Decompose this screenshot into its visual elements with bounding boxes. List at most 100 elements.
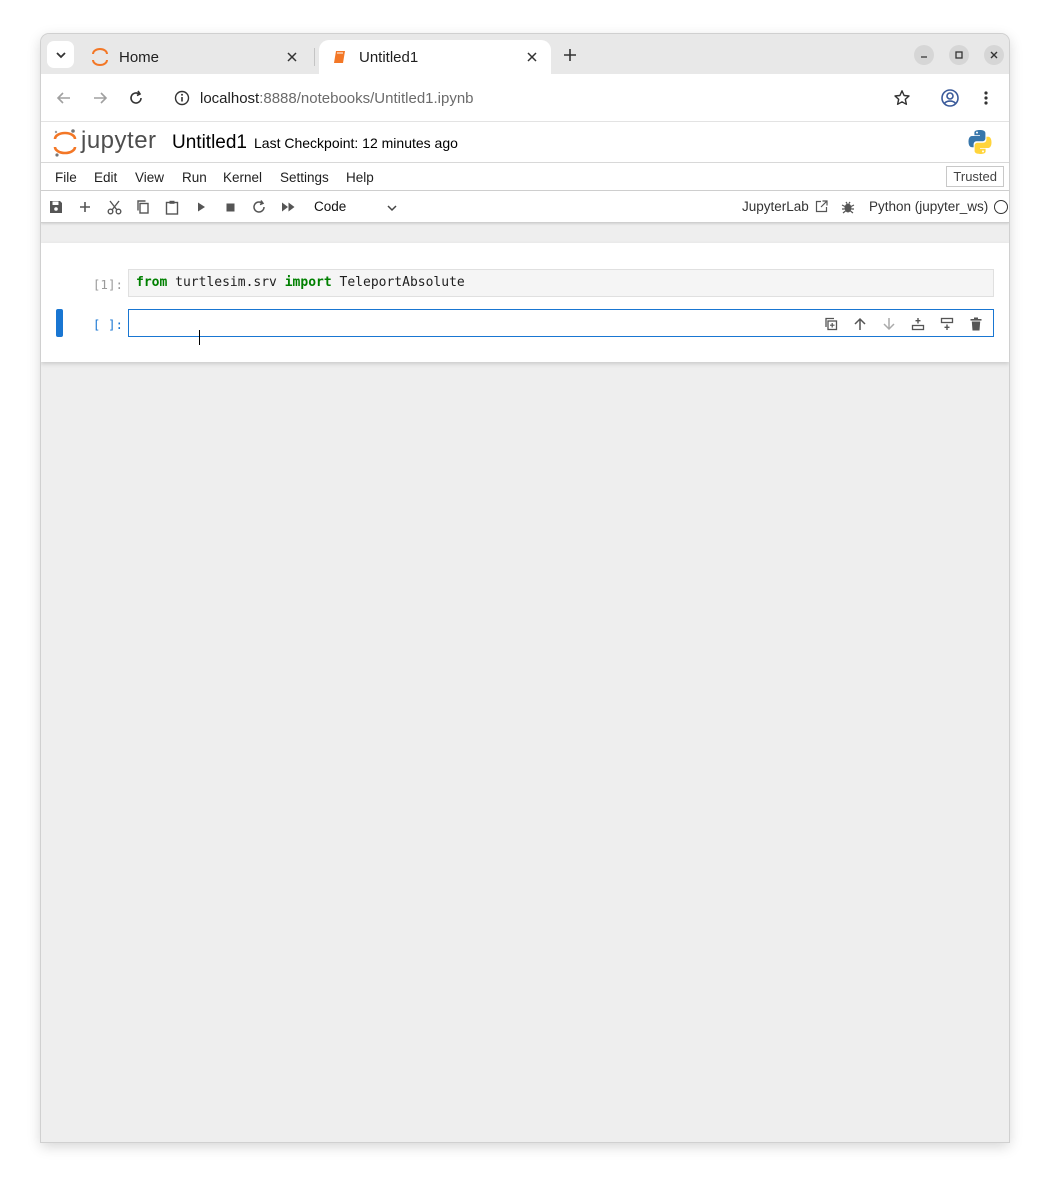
copy-icon — [137, 200, 149, 214]
tab-home[interactable]: Home — [79, 40, 311, 74]
url-path: :8888/notebooks/Untitled1.ipynb — [259, 89, 474, 107]
bug-icon — [841, 201, 855, 214]
scissors-icon — [107, 200, 121, 214]
notebook-icon — [331, 48, 349, 66]
chevron-down-icon[interactable] — [386, 202, 398, 214]
interrupt-button[interactable] — [221, 198, 239, 216]
run-button[interactable] — [192, 198, 210, 216]
jupyter-header: jupyter Untitled1 Last Checkpoint: 12 mi… — [41, 122, 1009, 163]
restart-icon — [253, 200, 265, 213]
save-button[interactable] — [47, 198, 65, 216]
close-window-button[interactable] — [984, 45, 1004, 65]
jupyterlab-link[interactable]: JupyterLab — [742, 199, 828, 214]
duplicate-icon — [825, 317, 838, 331]
kernel-status-indicator — [994, 200, 1008, 214]
maximize-button[interactable] — [949, 45, 969, 65]
move-down-button[interactable] — [880, 315, 898, 333]
arrow-right-icon — [94, 92, 108, 104]
insert-cell-button[interactable] — [76, 198, 94, 216]
bookmark-star-icon[interactable] — [892, 88, 912, 108]
stop-icon — [226, 203, 234, 211]
insert-below-icon — [940, 317, 954, 330]
cell-prompt: [ ]: — [92, 317, 123, 332]
restart-button[interactable] — [250, 198, 268, 216]
menu-edit[interactable]: Edit — [94, 170, 117, 185]
fast-forward-icon — [281, 202, 294, 212]
copy-button[interactable] — [134, 198, 152, 216]
python-logo-icon — [968, 130, 992, 154]
menu-view[interactable]: View — [135, 170, 164, 185]
duplicate-cell-button[interactable] — [822, 315, 840, 333]
tab-title: Home — [119, 48, 160, 66]
cell-type-select[interactable]: Code — [314, 199, 346, 214]
tab-search-button[interactable] — [47, 41, 74, 68]
external-link-icon — [815, 200, 828, 213]
insert-below-button[interactable] — [938, 315, 956, 333]
jupyter-logo-icon — [53, 129, 77, 157]
trash-icon — [970, 317, 982, 331]
close-icon — [990, 51, 998, 59]
active-code-cell[interactable] — [128, 309, 994, 345]
arrow-left-icon — [56, 92, 70, 104]
menu-help[interactable]: Help — [346, 170, 374, 185]
paste-button[interactable] — [163, 198, 181, 216]
notebook-panel: [1]: from turtlesim.srv import TeleportA… — [41, 243, 1009, 362]
menu-run[interactable]: Run — [182, 170, 207, 185]
forward-button[interactable] — [88, 86, 112, 110]
profile-button[interactable] — [938, 86, 962, 110]
minimize-icon — [921, 56, 927, 58]
move-up-button[interactable] — [851, 315, 869, 333]
text-cursor — [198, 330, 200, 345]
browser-menu-button[interactable] — [974, 86, 998, 110]
reload-icon — [130, 90, 142, 104]
profile-icon — [941, 89, 959, 107]
url-text: localhost:8888/notebooks/Untitled1.ipynb — [200, 90, 474, 107]
minimize-button[interactable] — [914, 45, 934, 65]
code-text: turtlesim.srv — [167, 275, 285, 290]
tab-strip: Home Untitled1 — [41, 34, 1009, 74]
new-tab-button[interactable] — [559, 44, 581, 66]
jupyter-logo[interactable]: jupyter — [53, 127, 157, 158]
url-host: localhost — [200, 89, 260, 107]
code-cell[interactable]: from turtlesim.srv import TeleportAbsolu… — [128, 269, 994, 297]
code-text: TeleportAbsolute — [331, 275, 465, 290]
code-keyword: import — [284, 275, 332, 290]
trusted-badge[interactable]: Trusted — [946, 166, 1004, 187]
tab-separator — [314, 48, 315, 66]
close-icon[interactable] — [283, 48, 301, 66]
cell-prompt: [1]: — [92, 277, 123, 292]
cut-button[interactable] — [105, 198, 123, 216]
menu-settings[interactable]: Settings — [280, 170, 329, 185]
arrow-up-icon — [854, 317, 866, 330]
arrow-down-icon — [883, 318, 895, 331]
code-keyword: from — [136, 275, 168, 290]
browser-window: Home Untitled1 localhost:8888/notebooks/… — [41, 34, 1009, 1142]
tab-untitled1[interactable]: Untitled1 — [319, 40, 551, 74]
delete-cell-button[interactable] — [967, 315, 985, 333]
insert-above-button[interactable] — [909, 315, 927, 333]
close-icon[interactable] — [523, 48, 541, 66]
jupyterlab-label: JupyterLab — [742, 199, 809, 214]
site-info-icon[interactable] — [164, 80, 200, 116]
address-bar[interactable]: localhost:8888/notebooks/Untitled1.ipynb — [162, 80, 922, 116]
notebook-toolbar: Code JupyterLab Python (jupyter_ws) — [41, 191, 1009, 223]
restart-run-all-button[interactable] — [279, 198, 297, 216]
back-button[interactable] — [52, 86, 76, 110]
menu-file[interactable]: File — [55, 170, 77, 185]
maximize-icon — [955, 51, 963, 59]
tab-title: Untitled1 — [359, 48, 419, 66]
play-icon — [198, 202, 205, 212]
paste-icon — [165, 200, 179, 215]
kebab-menu-icon — [984, 91, 988, 105]
menu-bar: File Edit View Run Kernel Settings Help … — [41, 163, 1009, 191]
debugger-button[interactable] — [839, 198, 857, 216]
notebook-title[interactable]: Untitled1 — [172, 132, 247, 154]
plus-icon — [80, 202, 90, 212]
reload-button[interactable] — [124, 86, 148, 110]
browser-toolbar: localhost:8888/notebooks/Untitled1.ipynb — [41, 74, 1009, 122]
kernel-name[interactable]: Python (jupyter_ws) — [869, 199, 988, 214]
cell-toolbar — [822, 315, 985, 333]
jupyter-logo-text: jupyter — [81, 127, 157, 154]
menu-kernel[interactable]: Kernel — [223, 170, 262, 185]
active-cell-indicator[interactable] — [56, 309, 63, 337]
